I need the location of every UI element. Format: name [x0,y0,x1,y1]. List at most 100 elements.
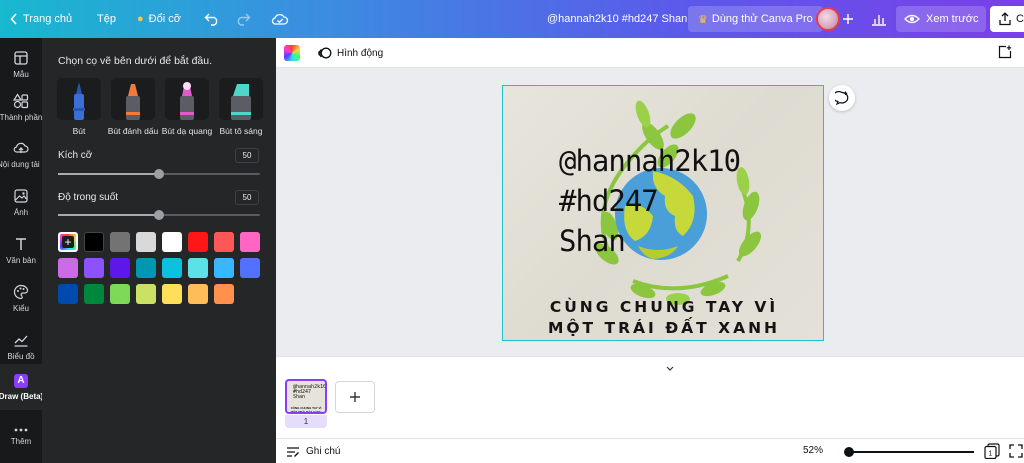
rail-item-label: Mẫu [13,69,29,79]
color-swatch[interactable] [240,232,260,252]
rail-item-label: Thành phần [0,112,42,122]
opacity-slider-thumb[interactable] [154,210,164,220]
add-collaborator-button[interactable] [842,0,854,38]
page-thumbnail[interactable]: @hannah2k10 #hd247 Shan CÙNG CHUNG TAY V… [285,379,327,414]
rail-item-text[interactable]: Văn bản [0,226,42,274]
color-swatch[interactable] [110,284,130,304]
color-swatch[interactable] [162,284,182,304]
share-label: C [1016,13,1024,25]
document-title[interactable]: @hannah2k10 #hd247 Shan [547,0,687,38]
color-swatch[interactable] [136,284,156,304]
brush-neon[interactable] [165,78,209,120]
add-page-toolbar-button[interactable] [998,45,1012,64]
brush-pen[interactable] [57,78,101,120]
home-button[interactable]: Trang chủ [10,0,72,38]
notes-icon [287,446,299,457]
preview-button[interactable]: Xem trước [896,6,987,32]
rail-item-draw[interactable]: A Draw (Beta) [0,364,42,410]
photo-icon [14,188,28,203]
handwriting-line-1[interactable]: @hannah2k10 [559,144,741,178]
add-comment-button[interactable] [829,85,855,111]
size-slider-thumb[interactable] [154,169,164,179]
pages-toggle-button[interactable] [647,362,693,374]
size-label: Kích cỡ [58,150,93,161]
undo-icon [204,13,218,26]
color-swatch[interactable] [84,232,104,252]
page-count-button[interactable]: 1 [984,443,1000,463]
page-count: 1 [989,451,993,458]
rail-item-photos[interactable]: Ảnh [0,178,42,226]
insights-button[interactable] [871,0,887,38]
preview-label: Xem trước [926,13,979,25]
color-swatch[interactable] [188,284,208,304]
more-icon [14,428,28,431]
rail-item-templates[interactable]: Mẫu [0,40,42,88]
text-icon [16,237,26,250]
slogan-line-2[interactable]: MỘT TRÁI ĐẤT XANH [503,319,823,337]
animate-label: Hình động [337,47,384,59]
cloud-save-button[interactable] [271,0,289,38]
color-swatch[interactable] [240,258,260,278]
color-swatch[interactable] [58,284,78,304]
animate-button[interactable]: Hình động [318,38,383,68]
color-swatch[interactable] [110,258,130,278]
add-color-button[interactable] [58,232,78,252]
rail-item-more[interactable]: Thêm [0,412,42,460]
thumbnail-slogan: CÙNG CHUNG TAY VÌ MỘT TRÁI ĐẤT XANH [290,406,322,414]
handwriting-line-3[interactable]: Shan [559,224,626,258]
eye-icon [904,14,920,24]
slogan-line-1[interactable]: CÙNG CHUNG TAY VÌ [503,298,823,316]
color-swatch[interactable] [136,258,156,278]
share-button[interactable]: C [990,6,1024,32]
color-picker-button[interactable] [284,45,300,61]
file-menu-button[interactable]: Tệp [97,0,116,38]
color-swatch[interactable] [188,232,208,252]
opacity-slider-fill [58,214,159,216]
color-swatch[interactable] [214,258,234,278]
rail-item-label: Nội dung tải lên [0,159,42,169]
fullscreen-icon [1009,444,1023,458]
chevron-down-icon [666,366,674,371]
rail-item-label: Biểu đồ [7,351,35,361]
brush-highlighter[interactable] [219,78,263,120]
handwriting-line-2[interactable]: #hd247 [559,184,659,218]
design-page[interactable]: @hannah2k10 #hd247 Shan CÙNG CHUNG TAY V… [502,85,824,341]
size-slider[interactable] [58,169,260,179]
rail-item-uploads[interactable]: Nội dung tải lên [0,130,42,178]
notes-button[interactable]: Ghi chú [286,439,340,463]
fullscreen-button[interactable] [1009,444,1023,463]
highlighter-brush-icon [231,84,251,120]
crown-icon: ● [137,13,144,25]
color-swatch[interactable] [162,258,182,278]
bottom-bar: Ghi chú 52% 1 [276,438,1024,463]
rail-item-charts[interactable]: Biểu đồ [0,322,42,370]
file-label: Tệp [97,13,116,25]
redo-button[interactable] [235,0,251,38]
opacity-slider[interactable] [58,210,260,220]
rail-item-label: Thêm [10,436,32,446]
zoom-slider[interactable] [848,451,974,453]
color-swatch[interactable] [58,258,78,278]
opacity-value-input[interactable]: 50 [235,190,259,205]
color-swatch[interactable] [84,284,104,304]
color-swatch[interactable] [162,232,182,252]
color-swatch[interactable] [110,232,130,252]
rail-item-elements[interactable]: Thành phần [0,83,42,131]
brush-marker[interactable] [111,78,155,120]
undo-button[interactable] [204,0,220,38]
zoom-level[interactable]: 52% [803,445,823,456]
try-pro-button[interactable]: ♛ Dùng thử Canva Pro [688,6,823,32]
rail-item-label: Ảnh [13,207,29,217]
rail-item-styles[interactable]: Kiểu [0,274,42,322]
zoom-slider-thumb[interactable] [844,447,854,457]
avatar[interactable] [816,7,840,31]
color-swatch[interactable] [188,258,208,278]
bar-chart-icon [872,15,886,26]
add-page-button[interactable] [335,381,375,413]
resize-button[interactable]: ● Đổi cỡ [137,0,181,38]
size-value-input[interactable]: 50 [235,148,259,163]
color-swatch[interactable] [84,258,104,278]
color-swatch[interactable] [214,232,234,252]
color-swatch[interactable] [136,232,156,252]
color-swatch[interactable] [214,284,234,304]
